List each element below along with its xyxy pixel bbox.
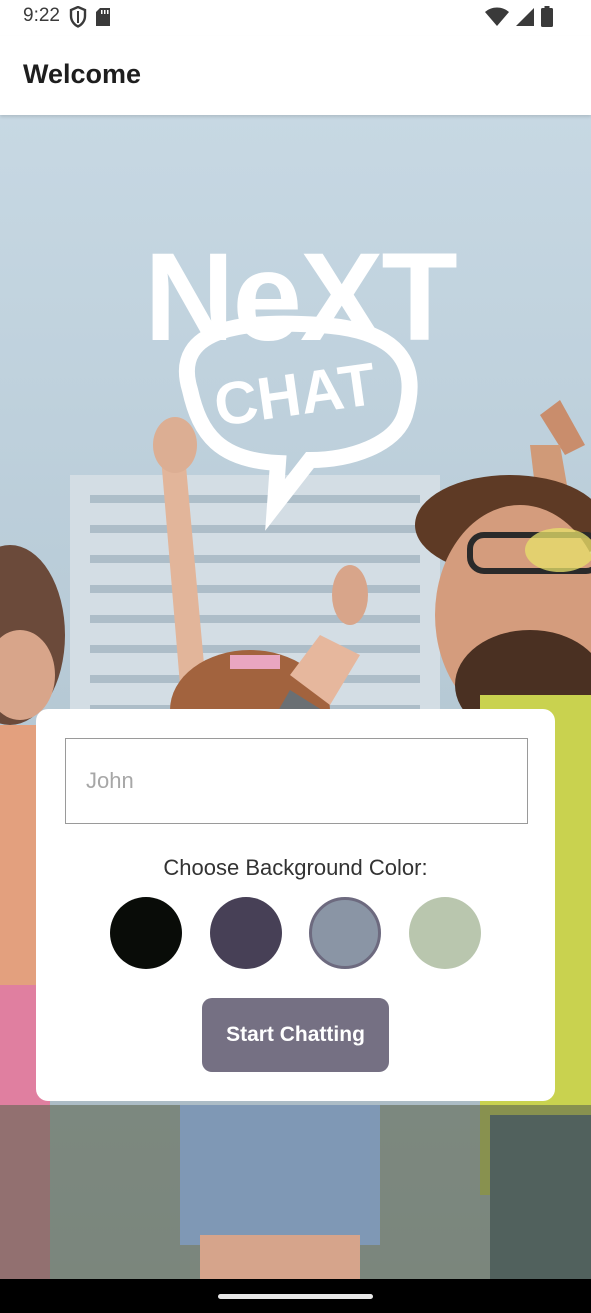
cell-signal-icon <box>516 7 534 26</box>
color-swatch-black[interactable] <box>110 897 182 969</box>
home-indicator[interactable] <box>218 1294 373 1299</box>
wifi-icon <box>485 7 509 26</box>
shield-icon <box>69 6 87 28</box>
color-swatch-purple[interactable] <box>210 897 282 969</box>
sd-card-icon <box>96 8 110 26</box>
color-swatch-green[interactable] <box>409 897 481 969</box>
background-image: NeXT CHAT <box>0 115 591 1279</box>
status-bar: 9:22 <box>0 0 591 36</box>
start-chatting-button[interactable]: Start Chatting <box>202 998 389 1072</box>
welcome-card: Choose Background Color: Start Chatting <box>36 709 555 1101</box>
color-swatches <box>110 897 482 969</box>
color-swatch-gray[interactable] <box>309 897 381 969</box>
background-photo: NeXT CHAT <box>0 115 591 1279</box>
app-bar: Welcome <box>0 36 591 115</box>
status-right-icons <box>485 6 553 27</box>
status-time: 9:22 <box>23 5 60 26</box>
system-nav-bar <box>0 1279 591 1313</box>
battery-icon <box>541 6 553 27</box>
color-label: Choose Background Color: <box>163 855 428 880</box>
name-input[interactable] <box>65 738 528 824</box>
page-title: Welcome <box>23 59 142 89</box>
status-left-icons <box>69 6 111 28</box>
